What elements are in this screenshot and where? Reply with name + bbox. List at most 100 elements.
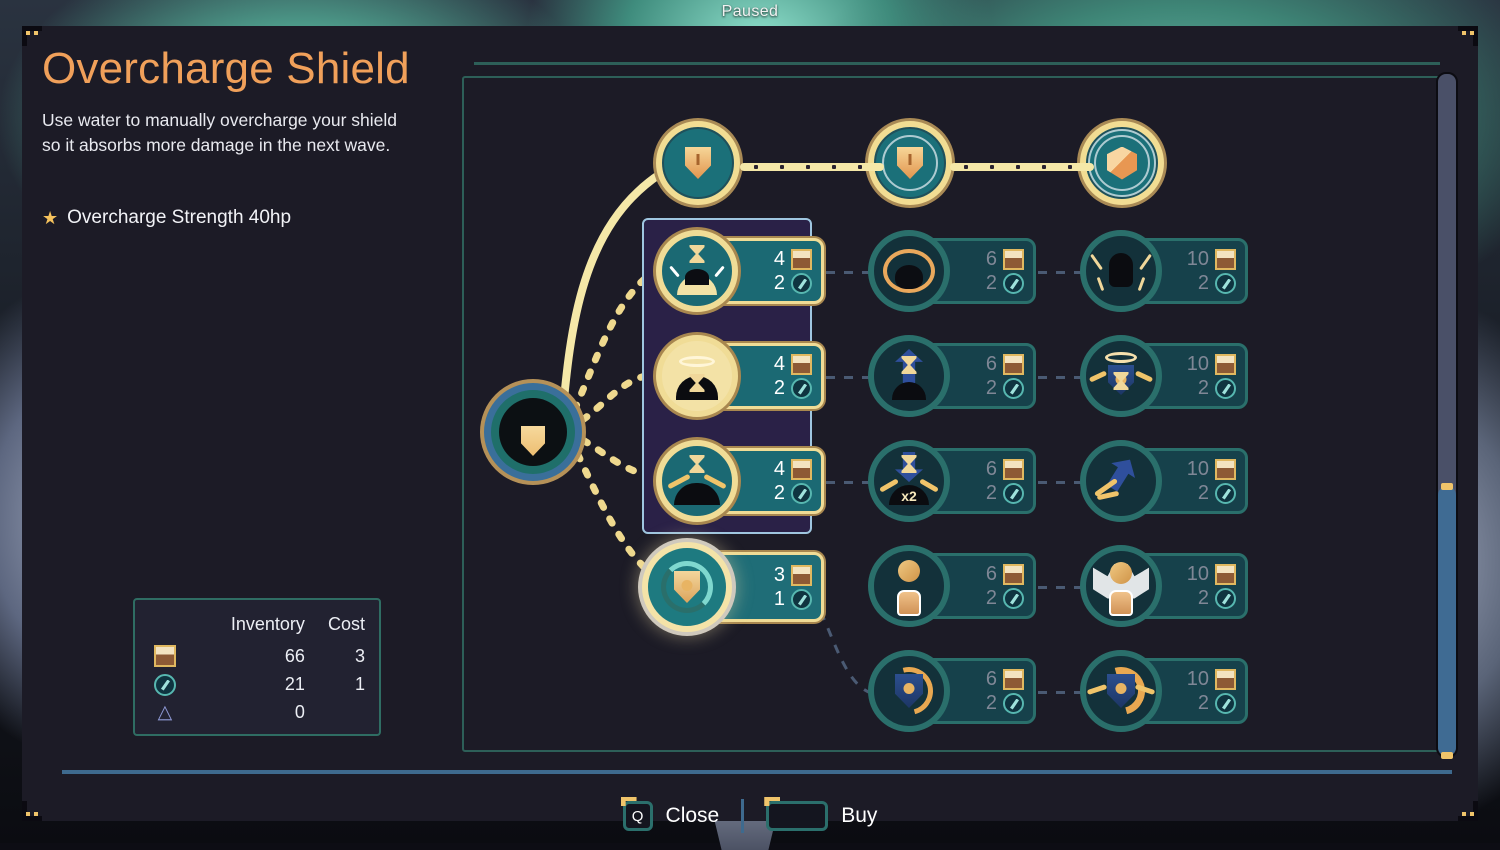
- wood-cost-value: 3: [315, 642, 379, 670]
- upgrade-card-c1r1[interactable]: 4 2: [656, 234, 824, 308]
- cost-water: 2: [1198, 378, 1236, 399]
- cost-column-header: Cost: [315, 614, 379, 642]
- cost-water: 2: [1198, 273, 1236, 294]
- upgrade-card-c3r4[interactable]: 10 2: [1080, 549, 1248, 623]
- blessed-hourglass-icon: [1080, 335, 1162, 417]
- cost-wood: 4: [774, 354, 812, 375]
- stone-inventory-value: 0: [195, 699, 315, 726]
- paused-label: Paused: [0, 3, 1500, 21]
- cost-wood: 10: [1187, 249, 1236, 270]
- inventory-icon-header: [135, 614, 195, 642]
- scrollbar-thumb[interactable]: [1438, 486, 1456, 756]
- water-resource-icon: [1003, 693, 1024, 714]
- water-resource-icon: [1215, 273, 1236, 294]
- water-resource-icon: [1003, 588, 1024, 609]
- inventory-corner-br: [372, 727, 381, 736]
- cost-wood: 10: [1187, 354, 1236, 375]
- upgrade-card-c1r4[interactable]: 3 1: [642, 550, 824, 624]
- water-resource-icon: [791, 589, 812, 610]
- stone-cost-value: [315, 699, 379, 726]
- upgrade-stats-list: ★ Overcharge Strength 40hp: [42, 207, 442, 229]
- shield-cycle-icon: [868, 650, 950, 732]
- cost-wood: 6: [986, 459, 1024, 480]
- table-row: 21 1: [135, 670, 379, 698]
- wood-resource-icon: [791, 459, 812, 480]
- table-row: 66 3: [135, 642, 379, 670]
- wood-resource-icon: [154, 645, 176, 667]
- close-button-label: Close: [666, 804, 720, 828]
- impact-arrow-icon: [1080, 440, 1162, 522]
- cost-wood: 6: [986, 354, 1024, 375]
- tree-top-rail: [474, 62, 1440, 65]
- cost-water: 2: [774, 273, 812, 294]
- buy-button-label: Buy: [841, 804, 877, 828]
- stat-row: ★ Overcharge Strength 40hp: [42, 207, 442, 229]
- inventory-panel: Inventory Cost 66 3 21 1 △ 0: [133, 598, 381, 736]
- cost-water: 2: [986, 273, 1024, 294]
- overcharge-spark-icon: [656, 440, 738, 522]
- upgrade-info-panel: Overcharge Shield Use water to manually …: [42, 46, 442, 229]
- inventory-corner-tl: [133, 598, 142, 607]
- upgrade-card-c2r4[interactable]: 6 2: [868, 549, 1036, 623]
- buy-button[interactable]: Buy: [766, 801, 877, 831]
- upgrade-card-c2r2[interactable]: 6 2: [868, 339, 1036, 413]
- water-resource-icon: [791, 483, 812, 504]
- water-resource-icon: [1215, 378, 1236, 399]
- wood-resource-icon: [791, 249, 812, 270]
- cost-water: 2: [1198, 483, 1236, 504]
- shield-aura-icon: [868, 230, 950, 312]
- close-button[interactable]: Q Close: [623, 801, 720, 831]
- wood-resource-icon: [1215, 459, 1236, 480]
- water-resource-icon: [791, 273, 812, 294]
- overcharge-glow-icon: [656, 335, 738, 417]
- shield-icon: [499, 398, 567, 466]
- inventory-corner-bl: [133, 727, 142, 736]
- upgrade-card-c3r2[interactable]: 10 2: [1080, 339, 1248, 413]
- cost-wood: 10: [1187, 564, 1236, 585]
- upgrade-card-c2r1[interactable]: 6 2: [868, 234, 1036, 308]
- shield-root-node[interactable]: [484, 383, 582, 481]
- water-resource-icon: [1215, 693, 1236, 714]
- power-surge-icon: [1080, 230, 1162, 312]
- shield-overdrive-icon: [1080, 650, 1162, 732]
- wood-resource-icon: [1003, 564, 1024, 585]
- water-resource-icon: [791, 378, 812, 399]
- upgrade-card-c1r3[interactable]: 4 2: [656, 444, 824, 518]
- cost-water: 2: [986, 378, 1024, 399]
- water-inventory-value: 21: [195, 670, 315, 698]
- wood-resource-icon: [791, 565, 812, 586]
- stat-label: Overcharge Strength 40hp: [67, 207, 291, 229]
- wood-resource-icon: [1215, 669, 1236, 690]
- tier-rail-1-2: [740, 163, 884, 171]
- cost-water: 2: [1198, 588, 1236, 609]
- coin-fist-icon: [868, 545, 950, 627]
- wood-resource-icon: [791, 354, 812, 375]
- water-resource-icon: [1215, 588, 1236, 609]
- footer-separator: [741, 799, 744, 833]
- upgrade-card-c2r5[interactable]: 6 2: [868, 654, 1036, 728]
- inventory-header-row: Inventory Cost: [135, 614, 379, 642]
- inventory-corner-tr: [372, 598, 381, 607]
- tier-1-node[interactable]: [656, 121, 740, 205]
- stone-resource-icon: △: [158, 703, 173, 723]
- wood-resource-icon: [1215, 354, 1236, 375]
- upgrade-card-c3r1[interactable]: 10 2: [1080, 234, 1248, 308]
- overcharge-burst-icon: [656, 230, 738, 312]
- upgrade-card-c3r5[interactable]: 10 2: [1080, 654, 1248, 728]
- hourglass-up-icon: [868, 335, 950, 417]
- upgrade-card-c3r3[interactable]: 10 2: [1080, 444, 1248, 518]
- cost-water: 2: [986, 588, 1024, 609]
- tree-scrollbar[interactable]: [1436, 72, 1458, 758]
- upgrade-card-c2r3[interactable]: x2 6 2: [868, 444, 1036, 518]
- cost-water: 2: [774, 483, 812, 504]
- water-resource-icon: [1003, 273, 1024, 294]
- wood-resource-icon: [1003, 249, 1024, 270]
- cost-water: 2: [986, 693, 1024, 714]
- footer-actions: Q Close Buy: [22, 788, 1478, 844]
- star-icon: ★: [42, 209, 58, 227]
- cost-water: 2: [774, 378, 812, 399]
- water-resource-icon: [1003, 483, 1024, 504]
- wood-resource-icon: [1003, 354, 1024, 375]
- upgrade-card-c1r2[interactable]: 4 2: [656, 339, 824, 413]
- shield-small-icon: [685, 147, 711, 179]
